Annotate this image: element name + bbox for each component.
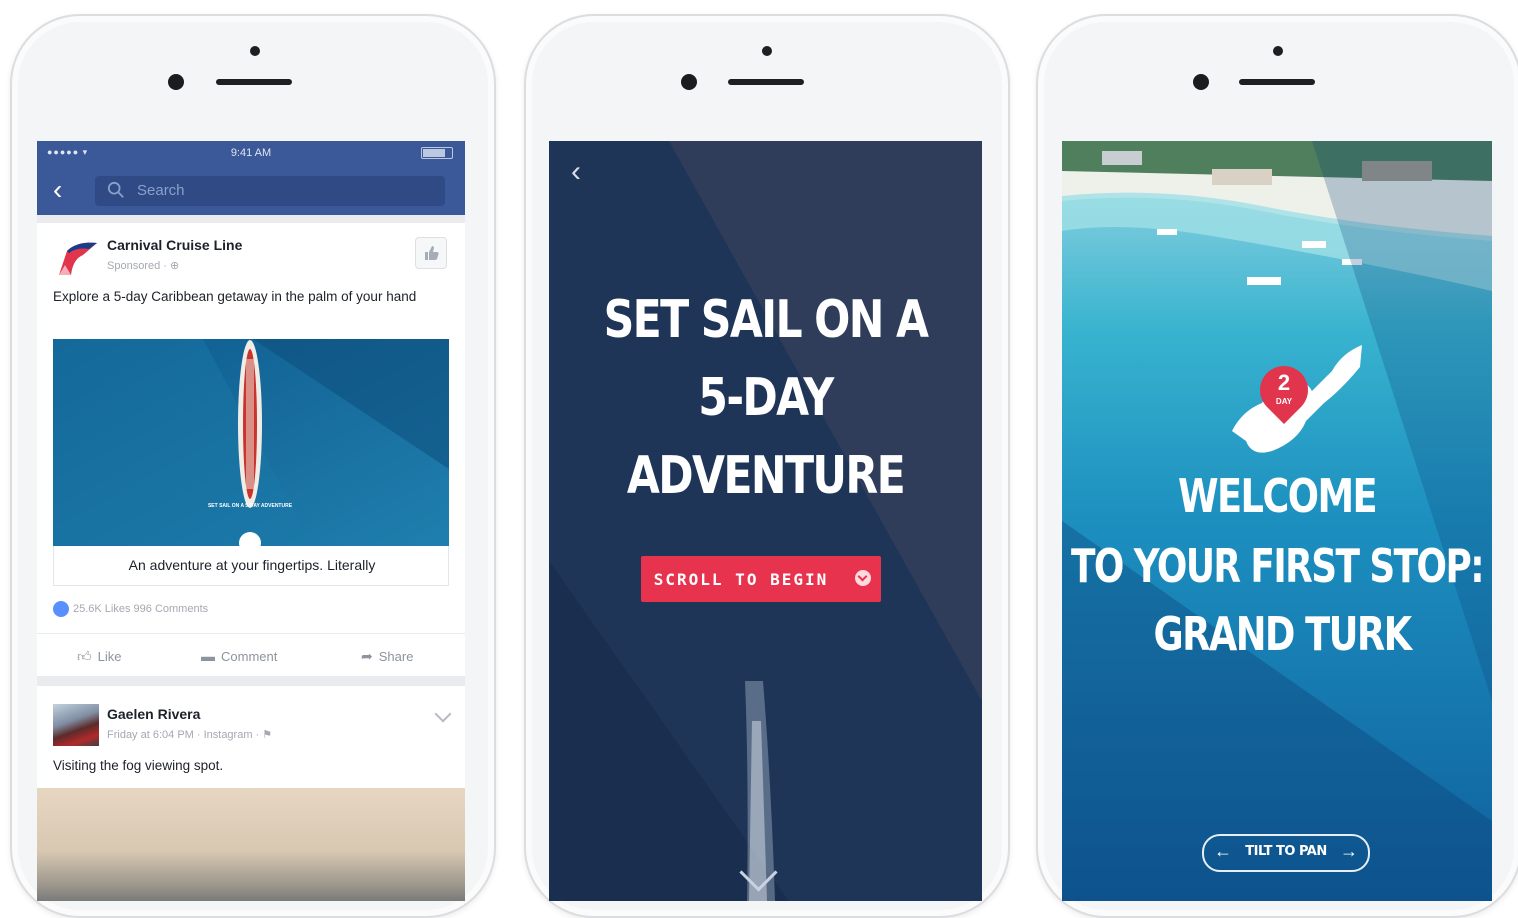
hero-title-line-1: SET SAIL ON A: [603, 290, 929, 350]
set-sail-screen: ‹ SET SAIL ON A 5-DAY ADVENTURE SCROLL T…: [549, 141, 982, 901]
front-sensor: [762, 46, 772, 56]
like-button[interactable]: 👍︎ Like: [77, 648, 122, 665]
tilt-to-pan-hint[interactable]: ← TILT TO PAN →: [1202, 834, 1370, 872]
svg-text:SET SAIL ON A 5-DAY ADVENTURE: SET SAIL ON A 5-DAY ADVENTURE: [208, 503, 293, 509]
avatar[interactable]: [53, 704, 99, 746]
sponsored-post: Carnival Cruise Line Sponsored · ⊕ Explo…: [37, 223, 465, 676]
back-arrow-icon[interactable]: ‹: [571, 157, 581, 187]
sponsored-label: Sponsored · ⊕: [107, 260, 180, 272]
share-label: Share: [378, 649, 414, 664]
like-reaction-icon: [53, 601, 69, 617]
comment-icon: ▬: [201, 648, 215, 664]
earpiece-speaker: [216, 79, 292, 85]
thumbs-up-icon: 👍︎: [77, 648, 92, 664]
battery-icon: [421, 147, 453, 159]
carnival-funnel-logo: [59, 242, 97, 275]
thumbs-up-icon: [425, 246, 439, 260]
media-caption-box[interactable]: An adventure at your fingertips. Literal…: [53, 546, 449, 586]
front-camera: [168, 74, 184, 90]
scroll-button-label: SCROLL TO BEGIN: [653, 570, 829, 589]
pin-day-label: DAY: [1275, 397, 1293, 406]
welcome-heading: WELCOME: [1177, 469, 1378, 523]
post-text: Visiting the fog viewing spot.: [53, 758, 224, 773]
hero-title: SET SAIL ON A 5-DAY ADVENTURE: [588, 281, 943, 515]
pin-day-number: 2: [1277, 370, 1291, 395]
page-name[interactable]: Carnival Cruise Line: [107, 237, 242, 253]
hero-title-line-2: 5-DAY: [698, 368, 834, 428]
poster-name[interactable]: Gaelen Rivera: [107, 706, 200, 722]
cruise-ship-aerial-image[interactable]: SET SAIL ON A 5-DAY ADVENTURE: [53, 339, 449, 546]
fog-landscape-image[interactable]: [37, 788, 465, 901]
post-action-bar: 👍︎ Like ▬ Comment ➦ Share: [37, 633, 465, 674]
front-sensor: [1273, 46, 1283, 56]
front-camera: [1193, 74, 1209, 90]
earpiece-speaker: [728, 79, 804, 85]
earpiece-speaker: [1239, 79, 1315, 85]
front-sensor: [250, 46, 260, 56]
search-input[interactable]: Search: [95, 176, 445, 206]
share-button[interactable]: ➦ Share: [361, 648, 413, 665]
status-time: 9:41 AM: [230, 147, 272, 159]
post-text: Explore a 5-day Caribbean getaway in the…: [53, 289, 417, 304]
back-arrow-icon[interactable]: ‹: [53, 176, 77, 205]
like-label: Like: [97, 649, 122, 664]
like-page-button[interactable]: [415, 237, 447, 269]
post-meta: Friday at 6:04 PM · Instagram · ⚑: [107, 729, 273, 741]
status-bar: ●●●●● ▾ 9:41 AM: [37, 141, 465, 167]
search-icon: [107, 181, 124, 198]
reaction-counts: 25.6K Likes 996 Comments: [73, 602, 209, 615]
facebook-feed-screen: ●●●●● ▾ 9:41 AM ‹ Search Carnival Cruise…: [37, 141, 465, 901]
chevron-down-icon: [855, 570, 871, 586]
scroll-to-begin-button[interactable]: SCROLL TO BEGIN: [641, 556, 881, 602]
search-placeholder: Search: [137, 182, 185, 199]
front-camera: [681, 74, 697, 90]
comment-button[interactable]: ▬ Comment: [201, 648, 277, 664]
grand-turk-screen: 2 DAY WELCOME TO YOUR FIRST STOP: GRAND …: [1062, 141, 1492, 901]
reaction-summary[interactable]: 25.6K Likes 996 Comments: [53, 601, 208, 617]
friend-post: Gaelen Rivera Friday at 6:04 PM · Instag…: [37, 686, 465, 901]
arrow-right-icon: →: [1340, 841, 1358, 861]
facebook-nav-bar: ‹ Search: [37, 167, 465, 215]
chevron-down-icon[interactable]: [434, 705, 452, 723]
ocean-ship-illustration: SET SAIL ON A 5-DAY ADVENTURE: [53, 339, 449, 546]
media-caption: An adventure at your fingertips. Literal…: [128, 557, 376, 573]
first-stop-heading: TO YOUR FIRST STOP:: [1070, 539, 1485, 593]
diagonal-ocean-background: [549, 141, 982, 901]
comment-label: Comment: [221, 649, 278, 664]
destination-heading: GRAND TURK: [1153, 607, 1412, 661]
share-arrow-icon: ➦: [361, 648, 373, 664]
hero-title-line-3: ADVENTURE: [626, 446, 906, 506]
